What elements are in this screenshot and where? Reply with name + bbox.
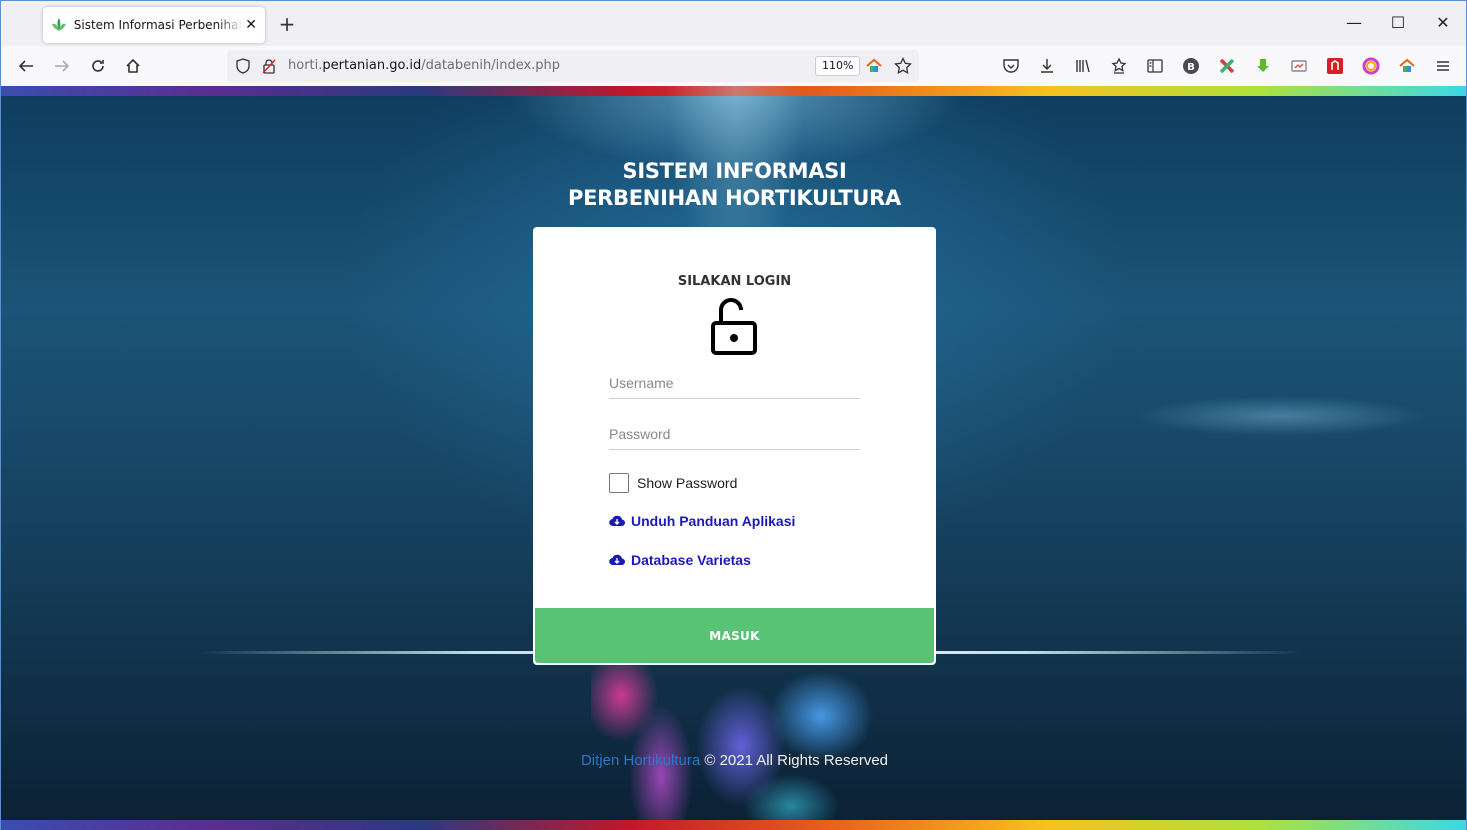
extension-home-icon[interactable]	[1397, 56, 1417, 76]
new-tab-button[interactable]: +	[277, 12, 297, 36]
extension-cross-icon[interactable]	[1217, 56, 1237, 76]
close-window-icon[interactable]: ✕	[1433, 13, 1453, 32]
browser-tab-bar: Sistem Informasi Perbenihan Hortikultura…	[0, 0, 1467, 46]
download-guide-link[interactable]: Unduh Panduan Aplikasi	[609, 513, 795, 529]
cloud-download-icon	[609, 515, 625, 527]
home-icon[interactable]	[121, 54, 145, 78]
browser-tab[interactable]: Sistem Informasi Perbenihan Hortikultura…	[43, 7, 265, 43]
show-password-row[interactable]: Show Password	[609, 473, 737, 493]
url-prefix: horti.	[288, 58, 323, 73]
extension-download-arrow-icon[interactable]	[1253, 56, 1273, 76]
extension-red-icon[interactable]	[1325, 56, 1345, 76]
footer-copyright: © 2021 All Rights Reserved	[704, 752, 889, 769]
svg-text:B: B	[1187, 62, 1195, 73]
show-password-checkbox[interactable]	[609, 473, 629, 493]
back-arrow-icon[interactable]	[14, 54, 38, 78]
maximize-icon[interactable]: ☐	[1388, 13, 1408, 32]
login-title: SILAKAN LOGIN	[677, 274, 792, 289]
footer-org-link[interactable]: Ditjen Hortikultura	[581, 752, 700, 769]
login-submit-button[interactable]: MASUK	[535, 608, 934, 663]
url-host: pertanian.go.id	[322, 58, 422, 73]
tab-title: Sistem Informasi Perbenihan Hortikultura	[73, 18, 244, 32]
login-card: SILAKAN LOGIN Show Password Unduh Pandua…	[533, 227, 936, 665]
leaf-favicon-icon	[51, 18, 66, 31]
page-title-line2: PERBENIHAN HORTIKULTURA	[568, 186, 901, 210]
extension-color-ring-icon[interactable]	[1361, 56, 1381, 76]
colored-smoke	[591, 656, 881, 830]
bookmark-star-icon[interactable]	[894, 57, 912, 75]
unlock-icon	[711, 298, 757, 355]
extension-screen-icon[interactable]	[1289, 56, 1309, 76]
password-input[interactable]	[609, 418, 860, 450]
footer: Ditjen Hortikultura © 2021 All Rights Re…	[1, 752, 1466, 769]
download-guide-label[interactable]: Unduh Panduan Aplikasi	[631, 513, 795, 529]
page-title: SISTEM INFORMASI PERBENIHAN HORTIKULTURA	[1, 158, 1466, 212]
sidebar-icon[interactable]	[1145, 56, 1165, 76]
insecure-lock-icon[interactable]	[261, 58, 277, 74]
page-title-line1: SISTEM INFORMASI	[622, 159, 847, 183]
download-icon[interactable]	[1037, 56, 1057, 76]
pocket-icon[interactable]	[1001, 56, 1021, 76]
extension-b-icon[interactable]: B	[1181, 56, 1201, 76]
cloud-download-icon	[609, 554, 625, 566]
url-path: /databenih/index.php	[421, 58, 561, 73]
bookmarks-icon[interactable]	[1109, 56, 1129, 76]
browser-toolbar: horti.pertanian.go.id/databenih/index.ph…	[0, 46, 1467, 86]
site-home-icon[interactable]	[865, 57, 883, 75]
minimize-icon[interactable]: —	[1344, 13, 1364, 32]
bottom-color-stripe	[1, 820, 1466, 830]
menu-icon[interactable]	[1433, 56, 1453, 76]
database-varietas-label[interactable]: Database Varietas	[631, 552, 751, 568]
close-tab-icon[interactable]: ✕	[245, 17, 257, 33]
reload-icon[interactable]	[86, 54, 110, 78]
page-background: SISTEM INFORMASI PERBENIHAN HORTIKULTURA…	[0, 86, 1467, 830]
url-text: horti.pertanian.go.id/databenih/index.ph…	[288, 58, 560, 73]
library-icon[interactable]	[1073, 56, 1093, 76]
show-password-label: Show Password	[637, 475, 738, 491]
shield-icon[interactable]	[235, 58, 251, 74]
address-bar[interactable]: horti.pertanian.go.id/databenih/index.ph…	[227, 50, 919, 82]
background-glow	[1101, 386, 1461, 446]
username-input[interactable]	[609, 367, 860, 399]
forward-arrow-icon[interactable]	[50, 54, 74, 78]
zoom-badge[interactable]: 110%	[815, 56, 861, 76]
database-varietas-link[interactable]: Database Varietas	[609, 552, 751, 568]
